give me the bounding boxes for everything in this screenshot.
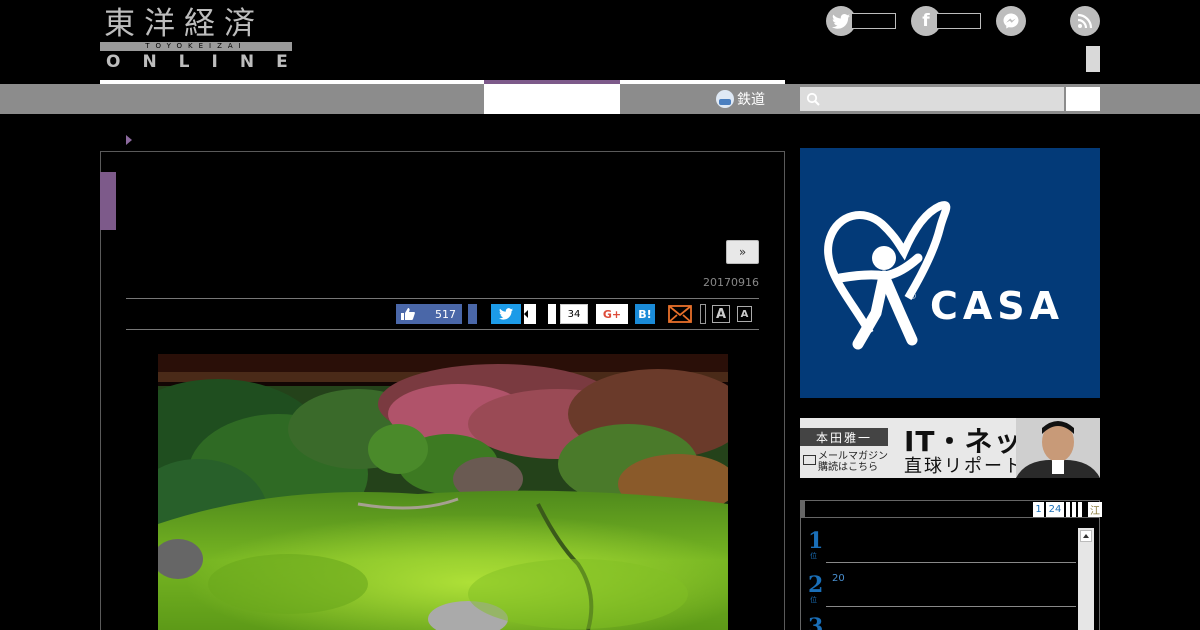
facebook-share-button[interactable] [468,304,477,324]
font-size-large-button[interactable]: A [712,305,730,323]
tweet-count-box [524,304,536,324]
divider-top [126,298,759,299]
ad-casa-banner[interactable]: ® CASA [800,148,1100,398]
next-page-button[interactable]: » [726,240,759,264]
ranking-panel [800,500,1100,630]
author-portrait [1016,418,1100,478]
train-icon [716,90,734,108]
ranking-tab-last[interactable]: 江 [1088,502,1102,517]
facebook-like-count: 517 [435,307,456,321]
rank-suffix-2: 位 [810,596,817,604]
facebook-count-box [937,13,981,29]
article-photo [158,354,728,630]
rank-suffix-1: 位 [810,552,817,560]
article-date: 20170916 [703,276,759,289]
rank-number-3: 3 [808,614,824,630]
ranking-tab-3[interactable] [1066,502,1070,517]
twitter-follow[interactable] [826,6,896,36]
ranking-scrollbar[interactable] [1078,528,1094,630]
nav-item-railway-label: 鉄道 [737,92,765,108]
newsletter-cta: メールマガジン 購読はこちら [818,451,888,473]
ranking-tab-5[interactable] [1078,502,1082,517]
nav-item-railway[interactable]: 鉄道 [716,88,765,110]
casa-reg-mark: ® [908,292,917,302]
ranking-tab-4[interactable] [1072,502,1076,517]
mail-icon [668,305,692,323]
header-util-button[interactable] [1086,46,1100,72]
ranking-header-marker [800,500,805,518]
mail-share-button[interactable] [668,304,692,324]
tweet-button[interactable] [491,304,521,324]
ranking-tab-1[interactable]: 1 [1033,502,1044,517]
facebook-glyph: f [922,11,930,31]
thumbs-up-icon [401,308,415,320]
ranking-tab-24[interactable]: 24 [1046,502,1064,517]
facebook-follow[interactable]: f [911,6,981,36]
casa-logo-text: CASA [930,284,1065,328]
google-plus-button[interactable]: G+ [596,304,628,324]
rank-divider [826,606,1076,607]
hatena-bookmark-button[interactable]: B! [635,304,655,324]
breadcrumb-arrow-icon [126,135,132,145]
newsletter-author: 本田雅一 [800,428,888,446]
rss-icon [1070,6,1100,36]
search-icon [806,92,820,106]
messenger-button[interactable] [996,6,1026,36]
newsletter-cta-line1: メールマガジン [818,451,888,462]
search-button[interactable] [1066,87,1100,111]
logo-sub: TOYOKEIZAI [145,42,247,50]
font-size-small-button[interactable]: A [737,306,752,322]
rank-number-2: 2 [808,572,824,598]
share-separator [700,304,706,324]
scroll-up-icon[interactable] [1080,530,1092,542]
ranking-tabs: 1 24 江 [1033,502,1104,517]
newsletter-cta-line2: 購読はこちら [818,462,878,473]
nav-tab-active[interactable] [484,84,620,114]
hatena-count-side [548,304,556,324]
twitter-count-box [852,13,896,29]
rank-meta-2: 20 [832,573,845,584]
hatena-count: 34 [560,304,588,324]
divider-bottom [126,329,759,330]
casa-heart-icon [824,201,951,350]
twitter-bird-icon [499,308,513,320]
site-logo[interactable]: 東洋経済 TOYOKEIZAI ONLINE [100,6,292,71]
envelope-icon [803,455,816,465]
rank-number-1: 1 [808,528,824,554]
search-input[interactable] [800,87,1064,111]
logo-online: ONLINE [106,52,310,72]
rank-divider [826,562,1076,563]
newsletter-subtitle: 直球リポート [904,456,1024,477]
category-marker [100,172,116,230]
rss-button[interactable] [1070,6,1100,36]
messenger-icon [996,6,1026,36]
logo-kanji: 東洋経済 [104,6,264,42]
facebook-like-button[interactable]: 517 [396,304,462,324]
